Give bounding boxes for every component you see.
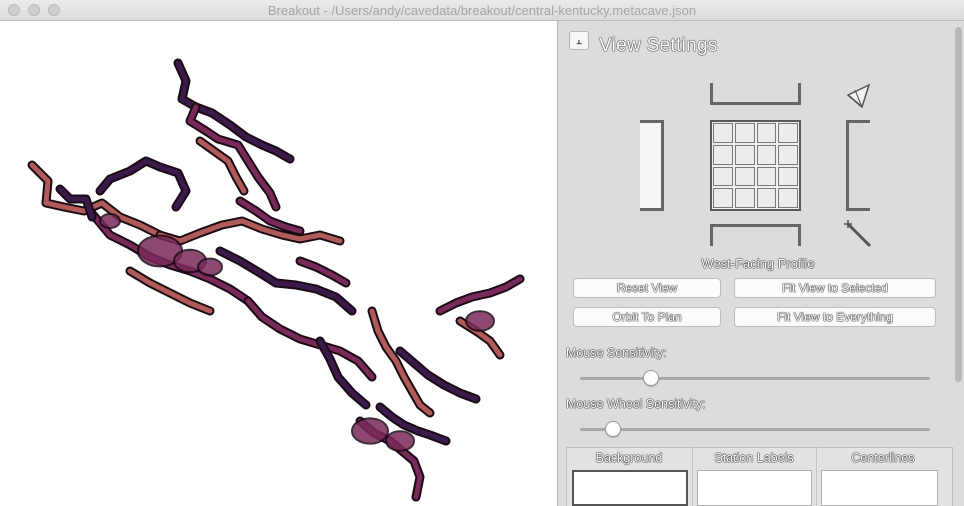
cave-passage-cluster: [465, 310, 495, 332]
station-labels-color-well[interactable]: [697, 470, 812, 506]
view-settings-panel: ⫠ View Settings West-Facing Profile Rese…: [558, 21, 964, 506]
background-color-header: Background: [595, 451, 663, 465]
perspective-icon[interactable]: [844, 81, 872, 109]
column-divider: [692, 447, 693, 506]
view-plan-grid[interactable]: [710, 120, 801, 211]
window-titlebar: Breakout - /Users/andy/cavedata/breakout…: [0, 0, 964, 21]
column-divider: [816, 447, 817, 506]
reset-view-button[interactable]: Reset View: [573, 278, 721, 298]
station-labels-color-header: Station Labels: [714, 451, 794, 465]
current-view-label: West-Facing Profile: [701, 256, 815, 271]
orbit-to-plan-label: Orbit To Plan: [612, 310, 682, 324]
wheel-sensitivity-track[interactable]: [580, 428, 930, 431]
view-west-button[interactable]: [640, 120, 664, 211]
cave-map-canvas[interactable]: [0, 21, 557, 506]
mouse-sensitivity-label: Mouse Sensitivity:: [566, 346, 667, 360]
mouse-sensitivity-slider[interactable]: [643, 370, 659, 386]
mouse-sensitivity-track[interactable]: [580, 377, 930, 380]
cave-passage-outline: [95, 156, 191, 212]
cave-map-view[interactable]: [0, 21, 558, 506]
centerlines-color-well[interactable]: [821, 470, 938, 506]
cave-passage: [297, 258, 349, 286]
cave-passage-cluster: [197, 257, 223, 277]
fit-view-everything-label: Fit View to Everything: [777, 310, 893, 324]
fit-view-selected-label: Fit View to Selected: [782, 281, 888, 295]
window-title: Breakout - /Users/andy/cavedata/breakout…: [267, 3, 697, 18]
view-bottom-button[interactable]: [710, 224, 801, 246]
cave-passage-outline: [367, 306, 435, 418]
pin-icon[interactable]: ⫠: [569, 31, 589, 50]
fit-view-everything-button[interactable]: Fit View to Everything: [734, 307, 936, 327]
wand-icon[interactable]: [842, 218, 874, 250]
cave-passage-cluster: [351, 417, 389, 445]
view-top-button[interactable]: [710, 83, 801, 105]
background-color-well[interactable]: [572, 470, 688, 506]
panel-title: View Settings: [599, 35, 718, 56]
fit-view-selected-button[interactable]: Fit View to Selected: [734, 278, 936, 298]
panel-scrollbar[interactable]: [955, 27, 962, 382]
cave-passage: [437, 276, 523, 314]
centerlines-color-header: Centerlines: [851, 451, 915, 465]
wheel-sensitivity-slider[interactable]: [604, 421, 621, 437]
cave-passage-cluster: [99, 213, 121, 229]
reset-view-label: Reset View: [616, 281, 678, 295]
orbit-to-plan-button[interactable]: Orbit To Plan: [573, 307, 721, 327]
cave-passage: [157, 218, 343, 244]
view-east-button[interactable]: [846, 120, 870, 211]
cave-passage-cluster: [385, 430, 415, 452]
wheel-sensitivity-label: Mouse Wheel Sensitivity:: [566, 397, 706, 411]
